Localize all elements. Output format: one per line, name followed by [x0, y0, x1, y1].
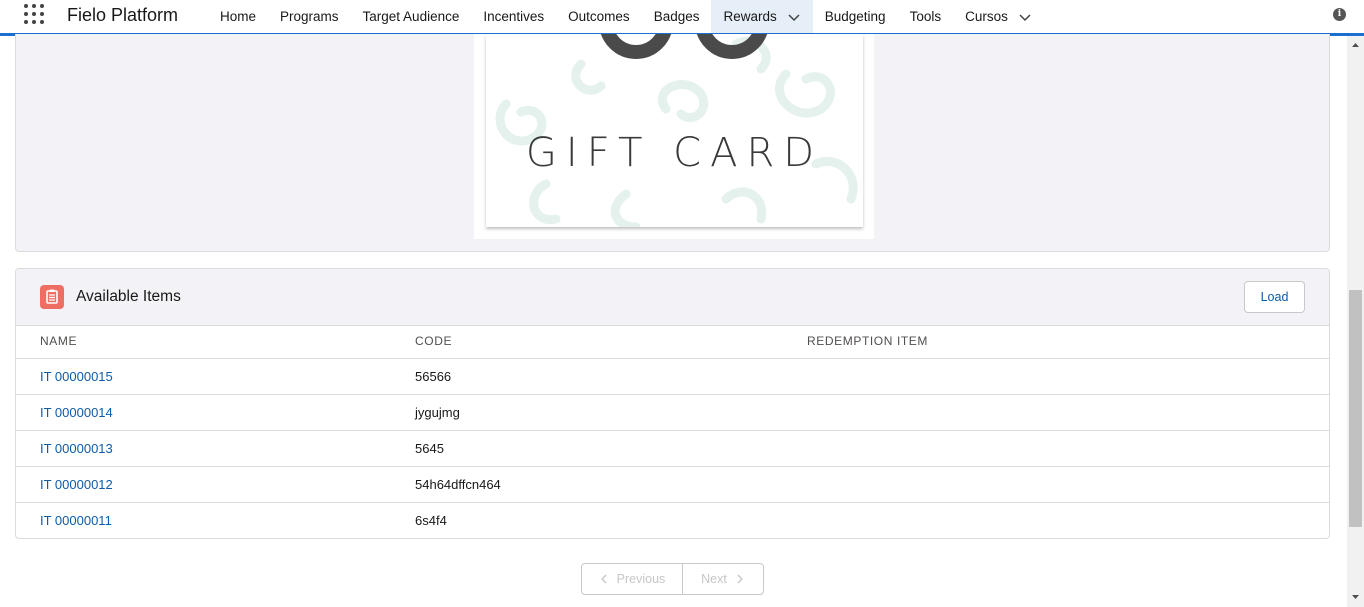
item-code: 6s4f4: [415, 513, 447, 528]
available-items-title: Available Items: [76, 288, 181, 305]
app-name: Fielo Platform: [67, 5, 179, 25]
item-name-link[interactable]: IT 00000015: [40, 369, 113, 384]
vertical-scrollbar[interactable]: [1347, 36, 1364, 607]
info-icon[interactable]: i: [1333, 8, 1346, 21]
previous-label: Previous: [616, 572, 666, 586]
item-name-link[interactable]: IT 00000013: [40, 441, 113, 456]
item-code: 5645: [415, 441, 444, 456]
top-navigation-bar: Fielo Platform Home Programs Target Audi…: [0, 0, 1364, 33]
nav-tab-rewards[interactable]: Rewards: [711, 0, 813, 33]
table-row: IT 00000012 54h64dffcn464: [16, 466, 1329, 502]
available-items-card: Available Items Load NAME CODE REDEMPTIO…: [15, 268, 1330, 539]
column-header-code[interactable]: CODE: [415, 334, 452, 348]
scrollbar-thumb[interactable]: [1349, 290, 1362, 527]
chevron-right-icon: [737, 574, 743, 584]
available-items-header: Available Items Load: [16, 269, 1329, 326]
column-header-redemption-item[interactable]: REDEMPTION ITEM: [807, 334, 928, 348]
clipboard-list-icon: [40, 285, 64, 309]
item-name-link[interactable]: IT 00000012: [40, 477, 113, 492]
table-row: IT 00000015 56566: [16, 358, 1329, 394]
nav-tab-label: Outcomes: [568, 9, 630, 24]
nav-tab-label: Budgeting: [824, 9, 886, 24]
item-code: 54h64dffcn464: [415, 477, 501, 492]
nav-tab-home[interactable]: Home: [208, 0, 268, 33]
chevron-down-icon[interactable]: [787, 10, 801, 24]
item-code: jygujmg: [415, 405, 460, 420]
nav-tab-label: Target Audience: [362, 9, 460, 24]
item-name-link[interactable]: IT 00000011: [40, 513, 112, 528]
nav-tab-budgeting[interactable]: Budgeting: [813, 0, 898, 33]
nav-tab-label: Tools: [909, 9, 942, 24]
gift-card-text: GIFT CARD: [525, 130, 824, 176]
nav-tabs: Home Programs Target Audience Incentives…: [208, 0, 1044, 33]
nav-tab-label: Home: [220, 9, 257, 24]
nav-tab-label: Rewards: [723, 9, 777, 24]
app-launcher-waffle-icon[interactable]: [24, 4, 46, 26]
nav-tab-cursos[interactable]: Cursos: [953, 0, 1044, 33]
item-code: 56566: [415, 369, 452, 384]
load-button[interactable]: Load: [1244, 281, 1305, 313]
nav-tab-outcomes[interactable]: Outcomes: [556, 0, 642, 33]
nav-tab-programs[interactable]: Programs: [268, 0, 351, 33]
item-name-link[interactable]: IT 00000014: [40, 405, 113, 420]
nav-tab-target-audience[interactable]: Target Audience: [351, 0, 472, 33]
gift-card-image: GIFT CARD: [486, 34, 863, 227]
previous-button[interactable]: Previous: [582, 564, 683, 594]
chevron-down-icon[interactable]: [1018, 10, 1032, 24]
nav-tab-label: Programs: [280, 9, 339, 24]
table-row: IT 00000011 6s4f4: [16, 502, 1329, 538]
nav-tab-incentives[interactable]: Incentives: [471, 0, 556, 33]
column-header-name[interactable]: NAME: [40, 334, 77, 348]
table-row: IT 00000013 5645: [16, 430, 1329, 466]
table-row: IT 00000014 jygujmg: [16, 394, 1329, 430]
nav-tab-label: Incentives: [483, 9, 545, 24]
next-label: Next: [701, 572, 727, 586]
nav-tab-badges[interactable]: Badges: [642, 0, 712, 33]
nav-tab-tools[interactable]: Tools: [898, 0, 954, 33]
nav-tab-label: Badges: [653, 9, 700, 24]
next-button[interactable]: Next: [683, 564, 763, 594]
nav-tab-label: Cursos: [965, 9, 1008, 24]
pagination: Previous Next: [581, 563, 764, 595]
chevron-left-icon: [600, 574, 607, 584]
scroll-up-arrow-icon[interactable]: [1347, 40, 1364, 50]
scroll-down-arrow-icon[interactable]: [1347, 592, 1364, 602]
